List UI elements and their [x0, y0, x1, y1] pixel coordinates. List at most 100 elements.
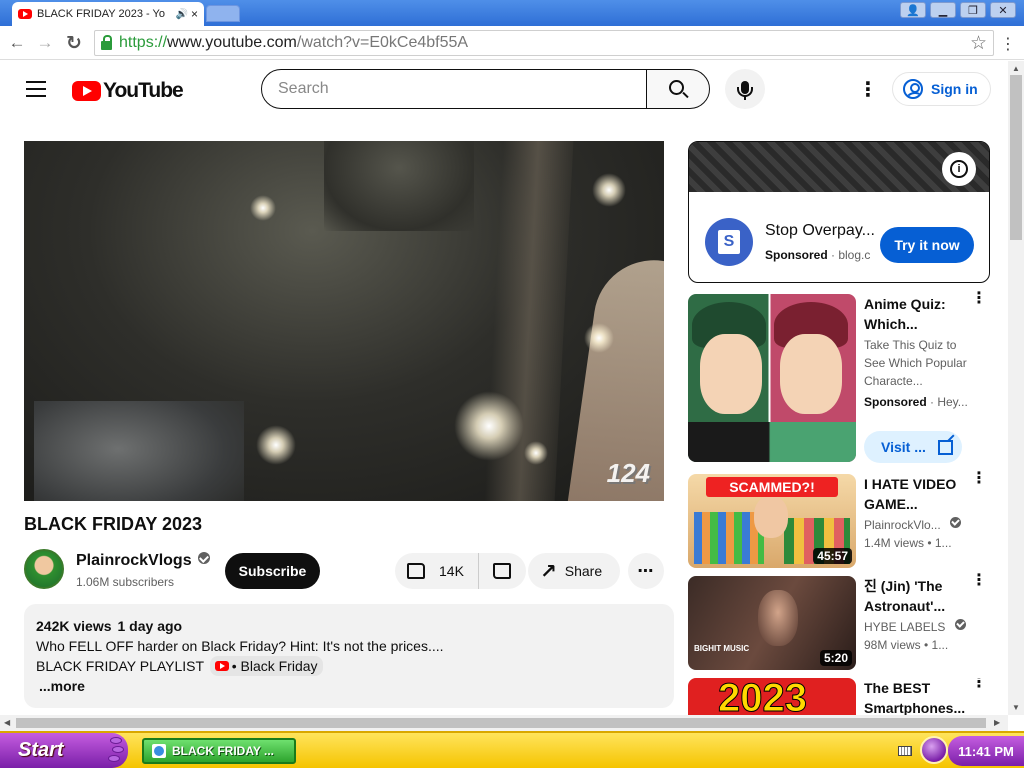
channel-avatar[interactable] [24, 549, 64, 589]
browser-toolbar: ← → ↻ https://www.youtube.com/watch?v=E0… [0, 26, 1024, 60]
window-controls: 👤 ▁ ❐ ✕ [900, 2, 1016, 18]
recommendation-item[interactable]: Anime Quiz: Which... Take This Quiz to S… [688, 291, 1000, 470]
visit-site-button[interactable]: Visit ... [864, 431, 962, 463]
visit-label: Visit ... [881, 439, 926, 455]
scroll-down-arrow-icon[interactable]: ▼ [1012, 703, 1020, 712]
verified-badge-icon [950, 517, 962, 528]
taskbar-window-button[interactable]: BLACK FRIDAY ... [142, 738, 296, 764]
browser-menu-icon[interactable]: ⋮ [1000, 34, 1016, 54]
subscribe-button[interactable]: Subscribe [225, 553, 320, 589]
scroll-left-arrow-icon[interactable]: ◀ [4, 718, 10, 727]
network-globe-icon[interactable] [920, 736, 948, 764]
try-it-now-button[interactable]: Try it now [880, 227, 974, 263]
settings-more-icon[interactable]: ⋮ [858, 77, 878, 102]
recommendation-channel[interactable]: HYBE LABELS [864, 618, 970, 636]
playlist-label: BLACK FRIDAY PLAYLIST [36, 658, 204, 674]
youtube-header: YouTube Search ⋮ Sign in [0, 61, 1008, 117]
user-icon[interactable]: 👤 [900, 2, 926, 18]
start-bubbles-icon [106, 735, 124, 765]
info-icon: i [950, 160, 968, 178]
scroll-up-arrow-icon[interactable]: ▲ [1012, 64, 1020, 73]
playlist-link[interactable]: • Black Friday [209, 656, 323, 676]
keyboard-tray-icon[interactable] [898, 746, 912, 756]
url-path: /watch?v=E0kCe4bf55A [296, 34, 469, 51]
search-input[interactable]: Search [261, 69, 647, 109]
show-more-link[interactable]: ...more [39, 676, 662, 696]
tab-close-icon[interactable]: × [191, 7, 198, 21]
recommendation-meta: 98M views • 1... [864, 638, 949, 652]
minimize-icon[interactable]: ▁ [930, 2, 956, 18]
recommendation-item[interactable]: 2023 The BEST Smartphones... ⋮ [688, 678, 1000, 715]
speaker-icon[interactable]: 🔊 [176, 9, 188, 20]
video-thumbnail[interactable]: 2023 [688, 678, 856, 715]
recommendation-menu-icon[interactable]: ⋮ [971, 573, 987, 589]
vertical-scroll-thumb[interactable] [1010, 75, 1022, 240]
browser-tab[interactable]: BLACK FRIDAY 2023 - Yo 🔊 × [12, 2, 204, 26]
video-thumbnail[interactable]: BIGHIT MUSIC 5:20 [688, 576, 856, 670]
sign-in-button[interactable]: Sign in [892, 72, 991, 106]
video-frame-shape [454, 391, 524, 461]
like-button[interactable]: 14K [395, 553, 479, 589]
recommendation-meta: Sponsored · Hey... [864, 393, 970, 411]
video-thumbnail[interactable] [688, 294, 856, 462]
search-button[interactable] [646, 69, 710, 109]
recommendation-menu-icon[interactable]: ⋮ [971, 471, 987, 487]
recommendation-meta: 1.4M views • 1... [864, 536, 952, 550]
back-button[interactable]: ← [6, 32, 28, 54]
recommendation-item[interactable]: BIGHIT MUSIC 5:20 진 (Jin) 'The Astronaut… [688, 573, 1000, 670]
video-player[interactable]: 124 [24, 141, 664, 501]
start-bubble [110, 737, 122, 744]
ad-source: · Hey... [930, 395, 968, 409]
youtube-logo[interactable]: YouTube [72, 79, 184, 103]
video-frame-shape [584, 323, 614, 353]
view-count: 242K views [36, 618, 112, 634]
bookmark-star-icon[interactable]: ☆ [970, 32, 987, 55]
horizontal-scroll-thumb[interactable] [16, 718, 986, 728]
recommendation-channel[interactable]: PlainrockVlo... [864, 516, 970, 534]
browser-window-icon [152, 744, 166, 758]
forward-button[interactable]: → [34, 32, 56, 54]
sponsored-label: Sponsored [864, 395, 927, 409]
video-thumbnail[interactable]: SCAMMED?! 45:57 [688, 474, 856, 568]
recommendation-menu-icon[interactable]: ⋮ [971, 678, 987, 691]
dislike-button[interactable] [479, 553, 525, 589]
share-label: Share [564, 563, 603, 579]
restore-icon[interactable]: ❐ [960, 2, 986, 18]
recommendation-title[interactable]: 진 (Jin) 'The Astronaut'... [864, 576, 970, 616]
subscriber-count: 1.06M subscribers [76, 575, 175, 589]
scroll-right-arrow-icon[interactable]: ▶ [994, 718, 1000, 727]
thumbnail-art [758, 590, 798, 646]
video-overlay-number: 124 [606, 458, 650, 488]
horizontal-scrollbar[interactable]: ◀ ▶ [0, 715, 1008, 731]
share-button[interactable]: ↗ Share [528, 553, 620, 589]
start-button[interactable]: Start [0, 733, 128, 768]
description-box[interactable]: 242K views 1 day ago Who FELL OFF harder … [24, 604, 674, 708]
url-host: www.youtube.com [167, 34, 297, 51]
reload-button[interactable]: ↻ [63, 32, 85, 54]
ad-card[interactable]: i S Stop Overpay... Sponsored · blog.c T… [688, 141, 990, 283]
shopping-bag-icon: S [718, 230, 740, 254]
ad-title[interactable]: Stop Overpay... [765, 222, 875, 240]
vertical-scrollbar[interactable]: ▲ ▼ [1008, 61, 1024, 715]
close-icon[interactable]: ✕ [990, 2, 1016, 18]
recommendation-title[interactable]: I HATE VIDEO GAME... [864, 474, 970, 514]
recommendation-title[interactable]: The BEST Smartphones... [864, 678, 970, 715]
video-frame-shape [34, 401, 244, 501]
video-stats: 242K views 1 day ago [36, 616, 662, 636]
video-duration: 5:20 [819, 650, 852, 666]
share-arrow-icon: ↗ [540, 560, 557, 583]
taskbar-window-label: BLACK FRIDAY ... [172, 744, 275, 758]
youtube-play-icon [72, 81, 101, 101]
channel-name-link[interactable]: PlainrockVlogs [76, 552, 210, 570]
taskbar-clock[interactable]: 11:41 PM [948, 736, 1024, 766]
new-tab-button[interactable] [206, 5, 240, 22]
voice-search-button[interactable] [725, 69, 765, 109]
address-bar[interactable]: https://www.youtube.com/watch?v=E0kCe4bf… [94, 30, 994, 56]
url-protocol: https:// [119, 34, 168, 51]
recommendation-item[interactable]: SCAMMED?! 45:57 I HATE VIDEO GAME... Pla… [688, 471, 1000, 568]
more-actions-button[interactable]: ⋯ [628, 553, 664, 589]
hamburger-menu-icon[interactable] [26, 81, 46, 97]
recommendation-title[interactable]: Anime Quiz: Which... [864, 294, 970, 334]
recommendation-menu-icon[interactable]: ⋮ [971, 291, 987, 307]
ad-info-button[interactable]: i [942, 152, 976, 186]
